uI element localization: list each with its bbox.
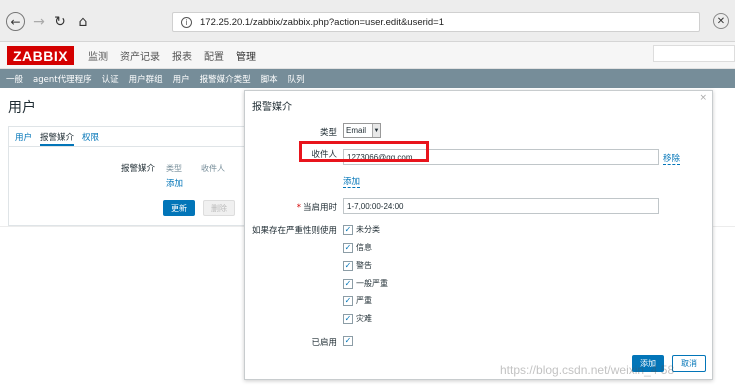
tab-user[interactable]: 用户 xyxy=(15,131,32,146)
app-header: ZABBIX 监测 资产记录 报表 配置 管理 xyxy=(0,42,735,69)
tab-media[interactable]: 报警媒介 xyxy=(40,131,75,146)
menu-reports[interactable]: 报表 xyxy=(172,48,192,63)
info-icon[interactable]: i xyxy=(181,16,192,28)
sub-navigation: 一般 agent代理程序 认证 用户群组 用户 报警媒介类型 脚本 队列 xyxy=(0,69,735,88)
zabbix-logo[interactable]: ZABBIX xyxy=(7,46,74,65)
checkbox-checked-icon[interactable]: ✓ xyxy=(343,295,353,306)
browser-window: ← → ↻ ⌂ i 172.25.20.1/zabbix/zabbix.php?… xyxy=(0,0,735,391)
subnav-scripts[interactable]: 脚本 xyxy=(261,73,278,85)
checkbox-checked-icon[interactable]: ✓ xyxy=(343,313,353,324)
close-icon[interactable]: ✕ xyxy=(713,13,729,29)
subnav-user-groups[interactable]: 用户群组 xyxy=(129,73,163,85)
update-button[interactable]: 更新 xyxy=(163,200,195,216)
when-active-input[interactable]: 1-7,00:00-24:00 xyxy=(343,198,659,214)
address-bar[interactable]: i 172.25.20.1/zabbix/zabbix.php?action=u… xyxy=(172,12,700,32)
chevron-down-icon: ▼ xyxy=(372,124,380,137)
checkbox-checked-icon[interactable]: ✓ xyxy=(343,336,353,346)
page-title: 用户 xyxy=(8,100,36,116)
reload-icon[interactable]: ↻ xyxy=(50,12,70,32)
checkbox-checked-icon[interactable]: ✓ xyxy=(343,242,353,253)
when-active-label: * 当启用时 xyxy=(296,203,337,213)
severity-average[interactable]: ✓ 一般严重 xyxy=(343,278,388,289)
tab-bar: 用户 报警媒介 权限 xyxy=(9,127,247,147)
browser-toolbar: ← → ↻ ⌂ i 172.25.20.1/zabbix/zabbix.php?… xyxy=(0,0,735,42)
remove-link[interactable]: 移除 xyxy=(663,152,681,165)
add-recipient-link[interactable]: 添加 xyxy=(343,175,361,188)
severity-information[interactable]: ✓ 信息 xyxy=(343,242,372,253)
search-input[interactable] xyxy=(653,45,735,62)
severity-label: 如果存在严重性则使用 xyxy=(251,226,337,236)
forward-arrow-icon[interactable]: → xyxy=(29,12,49,32)
dialog-title: 报警媒介 xyxy=(252,102,292,113)
highlight-box xyxy=(299,141,429,162)
type-select[interactable]: Email ▼ xyxy=(343,123,381,138)
media-column-recipient: 收件人 xyxy=(201,164,225,173)
close-icon[interactable]: × xyxy=(699,93,707,103)
subnav-media-types[interactable]: 报警媒介类型 xyxy=(200,73,251,85)
checkbox-checked-icon[interactable]: ✓ xyxy=(343,224,353,235)
menu-inventory[interactable]: 资产记录 xyxy=(120,48,160,63)
type-select-value: Email xyxy=(346,126,367,135)
media-dialog: 报警媒介 × 类型 Email ▼ 收件人 1273066@qq.com 移除 … xyxy=(244,90,713,380)
severity-high[interactable]: ✓ 严重 xyxy=(343,295,372,306)
main-menu: 监测 资产记录 报表 配置 管理 xyxy=(88,48,256,63)
tab-permissions[interactable]: 权限 xyxy=(82,131,99,146)
subnav-proxies[interactable]: agent代理程序 xyxy=(33,73,92,85)
severity-not-classified[interactable]: ✓ 未分类 xyxy=(343,224,380,235)
add-media-link[interactable]: 添加 xyxy=(166,177,183,189)
back-arrow-icon[interactable]: ← xyxy=(6,12,25,31)
media-column-type: 类型 xyxy=(166,164,182,173)
watermark: https://blog.csdn.net/weixin_4 58 xyxy=(500,363,675,377)
severity-disaster[interactable]: ✓ 灾难 xyxy=(343,313,372,324)
subnav-queue[interactable]: 队列 xyxy=(288,73,305,85)
enabled-label: 已启用 xyxy=(311,338,337,348)
checkbox-checked-icon[interactable]: ✓ xyxy=(343,278,353,289)
enabled-checkbox[interactable]: ✓ xyxy=(343,336,353,346)
user-form: 用户 报警媒介 权限 报警媒介 类型 收件人 添加 更新 删除 xyxy=(8,126,250,226)
cancel-button[interactable]: 取消 xyxy=(672,355,706,372)
menu-configuration[interactable]: 配置 xyxy=(204,48,224,63)
menu-monitoring[interactable]: 监测 xyxy=(88,48,108,63)
subnav-authentication[interactable]: 认证 xyxy=(102,73,119,85)
media-label: 报警媒介 xyxy=(121,164,156,174)
subnav-general[interactable]: 一般 xyxy=(6,73,23,85)
checkbox-checked-icon[interactable]: ✓ xyxy=(343,260,353,271)
severity-warning[interactable]: ✓ 警告 xyxy=(343,260,372,271)
home-icon[interactable]: ⌂ xyxy=(73,12,93,32)
menu-administration[interactable]: 管理 xyxy=(236,48,256,63)
type-label: 类型 xyxy=(319,128,337,138)
subnav-users[interactable]: 用户 xyxy=(173,73,190,85)
delete-button[interactable]: 删除 xyxy=(203,200,235,216)
url-text: 172.25.20.1/zabbix/zabbix.php?action=use… xyxy=(200,16,445,28)
